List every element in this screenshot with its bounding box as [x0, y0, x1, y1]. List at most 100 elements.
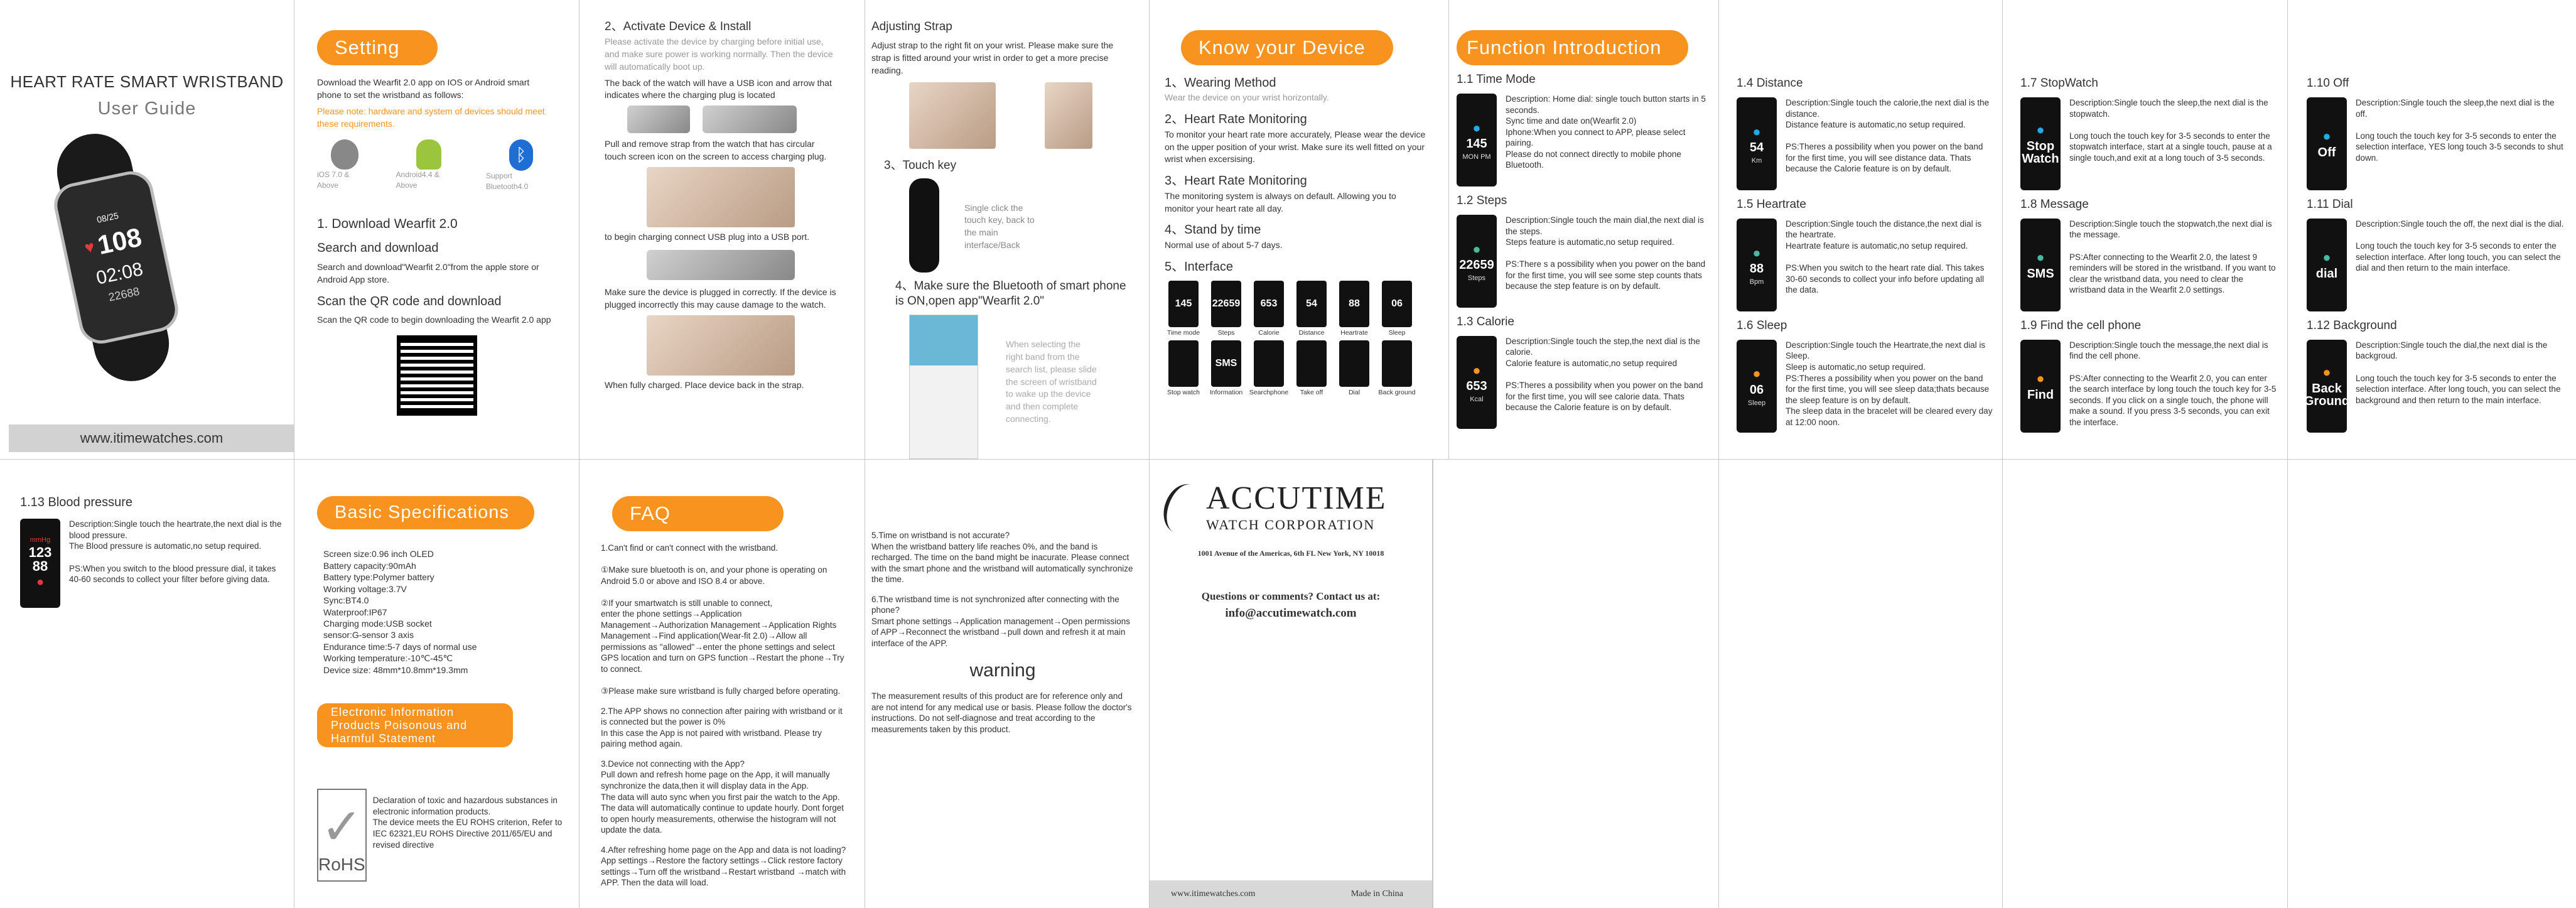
interface-label: Sleep	[1388, 329, 1406, 337]
interface-screen	[1339, 340, 1369, 387]
interface-label: Information	[1209, 389, 1243, 396]
screen-icon: ●	[1472, 362, 1481, 378]
contact-question: Questions or comments? Contact us at:	[1201, 590, 1381, 603]
spec-line: Waterproof:IP67	[323, 607, 387, 617]
bp-feature: mmHg 123 88 ● Description:Single touch t…	[20, 519, 286, 608]
interface-screen: 653	[1254, 281, 1284, 328]
interface-label: Dial	[1348, 389, 1361, 396]
activate-title: 2、Activate Device & Install	[605, 20, 752, 33]
spec-line: sensor:G-sensor 3 axis	[323, 630, 414, 640]
faq-item: 6.The wristband time is not synchronized…	[871, 594, 1130, 648]
function-feature: ● 06 Sleep Description:Single touch the Hea…	[1737, 339, 1995, 433]
function-section: 1.10 Off ● Off Description:Single touch the…	[2307, 75, 2567, 190]
interface-item: 653 Calorie	[1250, 281, 1288, 338]
spec-line: Battery capacity:90mAh	[323, 560, 416, 571]
function-text: Description:Single touch the calorie,the…	[1786, 97, 1990, 174]
function-text: Description:Single touch the stopwatch,t…	[2069, 219, 2276, 295]
interface-label: Time mode	[1167, 329, 1200, 337]
function-section: 1.9 Find the cell phone ● Find Description:…	[2020, 318, 2278, 433]
func3-list: 1.7 StopWatch ● Stop Watch Description:Sing…	[2020, 75, 2278, 433]
spec-line: Working temperature:-10℃-45℃	[323, 653, 453, 664]
screen-icon: ●	[2322, 364, 2331, 381]
touch-key-title: 3、Touch key	[884, 158, 957, 172]
watch-screen: ● 88 Bpm	[1737, 218, 1777, 311]
function-title: 1.5 Heartrate	[1737, 197, 1806, 211]
spec-line: Battery type:Polymer battery	[323, 572, 434, 583]
function-title: 1.3 Calorie	[1457, 315, 1514, 328]
function-text: Description:Single touch the step,the ne…	[1506, 336, 1703, 413]
adjust-panel: Adjusting Strap Adjust strap to the righ…	[865, 0, 1150, 459]
know-item: 2、Heart Rate Monitoring To monitor your h…	[1165, 112, 1426, 165]
func2-list: 1.4 Distance ● 54 Km Description:Single touc…	[1737, 75, 1995, 433]
footer-website[interactable]: www.itimewatches.com	[1171, 888, 1255, 900]
interface-grid: 145 Time mode 22659 Steps 653 Calorie 54 Distan…	[1165, 281, 1427, 397]
activate-panel: 2、Activate Device & Install Please activ…	[579, 0, 865, 459]
interface-screen: 88	[1339, 281, 1369, 328]
func1-panel: Function Introduction 1.1 Time Mode ● 145 M…	[1449, 0, 1719, 459]
function-feature: ● 22659 Steps Description:Single touch the …	[1457, 214, 1708, 308]
function-section: 1.2 Steps ● 22659 Steps Description:Single t…	[1457, 193, 1708, 308]
interface-screen	[1254, 340, 1284, 387]
website-link[interactable]: www.itimewatches.com	[80, 428, 223, 448]
contact-email[interactable]: info@accutimewatch.com	[1150, 605, 1432, 622]
bp-text: Description:Single touch the heartrate,t…	[69, 519, 282, 585]
faq2-panel: 5.Time on wristband is not accurate? Whe…	[865, 460, 1150, 908]
function-section: 1.7 StopWatch ● Stop Watch Description:Sing…	[2020, 75, 2278, 190]
func4-list: 1.10 Off ● Off Description:Single touch the…	[2304, 75, 2567, 433]
function-section: 1.8 Message ● SMS Description:Single touch …	[2020, 197, 2278, 311]
footer-origin: Made in China	[1350, 889, 1403, 899]
function-title: 1.4 Distance	[1737, 77, 1803, 90]
function-text: Description:Single touch the distance,th…	[1786, 219, 1985, 295]
spec-line: Endurance time:5-7 days of normal use	[323, 641, 477, 652]
spec-line: Working voltage:3.7V	[323, 583, 407, 594]
func4-panel: 1.10 Off ● Off Description:Single touch the…	[2288, 0, 2576, 459]
function-title: 1.2 Steps	[1457, 193, 1507, 207]
interface-item: SMS Information	[1207, 340, 1245, 397]
interface-label: Take off	[1300, 389, 1323, 396]
watch-screen: ● 54 Km	[1737, 97, 1777, 190]
adjust-text: Adjust strap to the right fit on your wr…	[871, 40, 1114, 75]
function-section: 1.6 Sleep ● 06 Sleep Description:Single touc…	[1737, 318, 1995, 433]
function-header: Function Introduction	[1457, 30, 1688, 66]
search-title: Search and download	[317, 241, 439, 256]
blood-drop-icon: ●	[36, 575, 45, 589]
faq-item: 1.Can't find or can't connect with the w…	[601, 543, 844, 696]
interface-label: Heartrate	[1340, 329, 1368, 337]
screen-icon: ●	[1472, 119, 1481, 136]
interface-label: Stop watch	[1167, 389, 1200, 396]
interface-screen: 54	[1296, 281, 1327, 328]
watch-screen: ● 22659 Steps	[1457, 214, 1497, 308]
function-text: Description:Single touch the sleep,the n…	[2356, 97, 2563, 163]
screen-icon: ●	[2036, 370, 2045, 387]
interface-item: Searchphone	[1249, 340, 1289, 397]
function-section: 1.5 Heartrate ● 88 Bpm Description:Single to…	[1737, 197, 1995, 311]
interface-screen	[1168, 340, 1199, 387]
interface-item: 06 Sleep	[1378, 281, 1416, 338]
interface-item: 88 Heartrate	[1335, 281, 1373, 338]
function-feature: ● Off Description:Single touch the sleep,t…	[2307, 97, 2567, 190]
function-text: Description:Single touch the Heartrate,t…	[1786, 340, 1993, 427]
interface-title: 5、Interface	[1165, 259, 1233, 274]
function-section: 1.3 Calorie ● 653 Kcal Description:Single to…	[1457, 314, 1708, 429]
function-title: 1.6 Sleep	[1737, 318, 1787, 332]
qr-code[interactable]	[396, 335, 477, 416]
activate-text-2: Pull and remove strap from the watch tha…	[605, 139, 827, 162]
func1-list: 1.1 Time Mode ● 145 MON PM Description: Home…	[1457, 72, 1708, 429]
function-title: 1.12 Background	[2307, 318, 2397, 332]
qr-text: Scan the QR code to begin downloading th…	[317, 314, 551, 325]
watch-screen: ● Back Ground	[2304, 339, 2349, 433]
know-item: 1、Wearing Method Wear the device on your …	[1165, 76, 1329, 103]
interface-item: Stop watch	[1165, 340, 1202, 397]
cover-title: HEART RATE SMART WRISTBAND	[10, 72, 284, 91]
spec-line: Screen size:0.96 inch OLED	[323, 549, 434, 559]
know-items: 1、Wearing Method Wear the device on your …	[1165, 74, 1427, 252]
check-icon: ✓	[320, 798, 363, 855]
blank-panel	[1719, 460, 2003, 908]
faq-item: 4.After refreshing home page on the App …	[601, 845, 846, 888]
function-section: 1.11 Dial ● dial Description:Single touch t…	[2307, 197, 2567, 311]
faq1-panel: FAQ 1.Can't find or can't connect with t…	[579, 460, 865, 908]
faq-item: 5.Time on wristband is not accurate? Whe…	[871, 531, 1133, 585]
interface-label: Searchphone	[1249, 389, 1289, 396]
function-feature: ● Find Description:Single touch the messag…	[2020, 339, 2278, 433]
address: 1001 Avenue of the Americas, 6th FL New …	[1197, 549, 1384, 558]
